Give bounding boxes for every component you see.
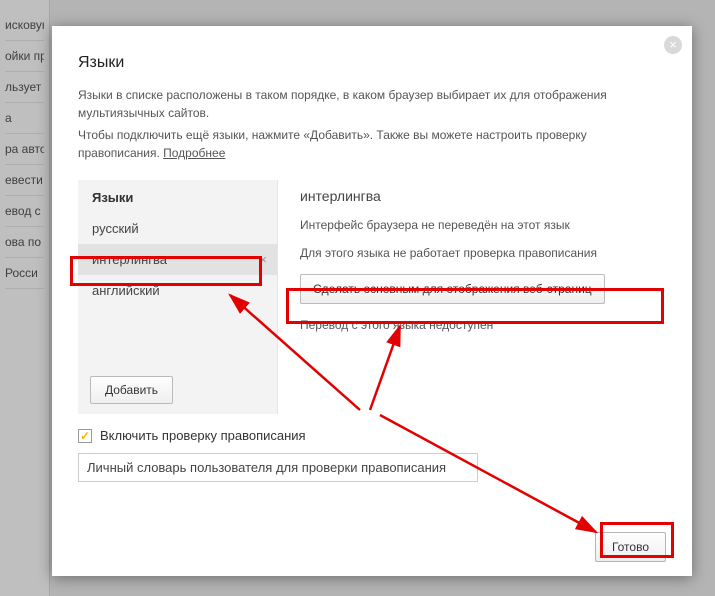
language-list-panel: Языки русский интерлингва × английский Д…	[78, 180, 278, 414]
add-language-label: Добавить	[105, 383, 158, 397]
language-item-label: русский	[92, 221, 139, 236]
detail-ui-not-translated: Интерфейс браузера не переведён на этот …	[300, 218, 648, 232]
personal-dictionary-label: Личный словарь пользователя для проверки…	[87, 460, 446, 475]
spacer	[78, 306, 277, 366]
learn-more-link[interactable]: Подробнее	[163, 146, 225, 160]
add-language-button[interactable]: Добавить	[90, 376, 173, 404]
languages-dialog: × Языки Языки в списке расположены в так…	[52, 26, 692, 576]
make-primary-label: Сделать основным для отображения веб-стр…	[313, 282, 592, 296]
detail-language-name: интерлингва	[300, 188, 648, 204]
language-item-label: интерлингва	[92, 252, 167, 267]
personal-dictionary-button[interactable]: Личный словарь пользователя для проверки…	[78, 453, 478, 482]
detail-no-spellcheck: Для этого языка не работает проверка пра…	[300, 246, 648, 260]
remove-language-button[interactable]: ×	[259, 252, 267, 267]
close-icon: ×	[669, 37, 677, 52]
detail-translate-unavailable: Перевод с этого языка недоступен	[300, 318, 648, 332]
language-item-interlingua[interactable]: интерлингва ×	[78, 244, 277, 275]
language-item-label: английский	[92, 283, 160, 298]
done-button[interactable]: Готово	[595, 532, 666, 562]
close-icon: ×	[259, 252, 267, 267]
dialog-description-2: Чтобы подключить ещё языки, нажмите «Доб…	[78, 126, 638, 162]
close-dialog-button[interactable]: ×	[664, 36, 682, 54]
dialog-title: Языки	[78, 54, 666, 72]
language-detail-panel: интерлингва Интерфейс браузера не переве…	[278, 180, 666, 414]
enable-spellcheck-checkbox[interactable]	[78, 429, 92, 443]
language-item-russian[interactable]: русский	[78, 213, 277, 244]
language-list-header: Языки	[78, 180, 277, 213]
dialog-description-2-text: Чтобы подключить ещё языки, нажмите «Доб…	[78, 128, 587, 160]
enable-spellcheck-label: Включить проверку правописания	[100, 428, 306, 443]
dialog-description-1: Языки в списке расположены в таком поряд…	[78, 86, 638, 122]
done-label: Готово	[612, 540, 649, 554]
language-item-english[interactable]: английский	[78, 275, 277, 306]
make-primary-button[interactable]: Сделать основным для отображения веб-стр…	[300, 274, 605, 304]
